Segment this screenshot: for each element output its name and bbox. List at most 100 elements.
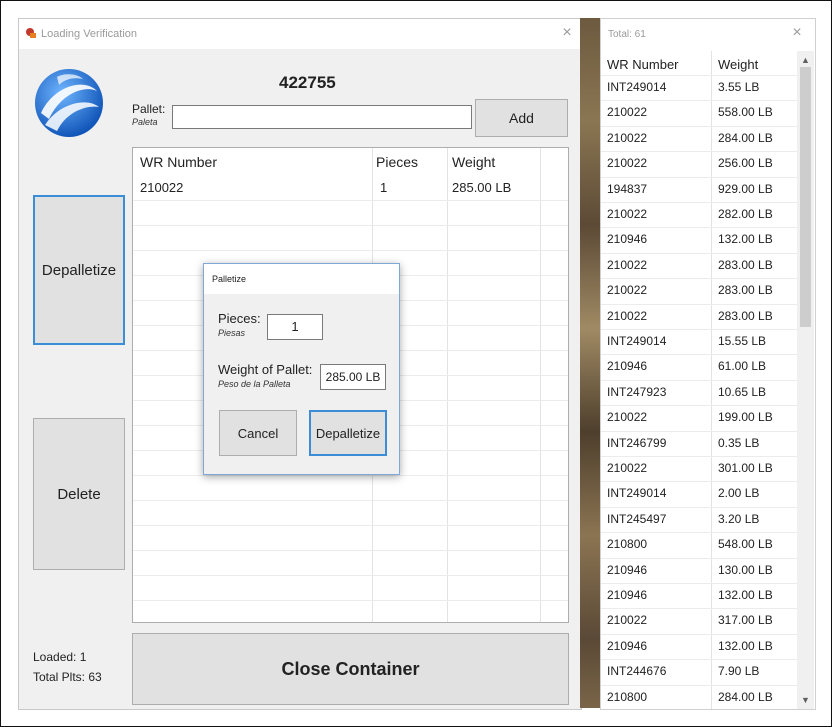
wr-list-window: Total: 61 × WR Number Weight INT249014 3.… (600, 18, 816, 710)
list-header-weight[interactable]: Weight (718, 57, 758, 72)
list-item-wr-number: 210946 (607, 638, 648, 653)
list-item-weight: 3.20 LB (718, 511, 760, 526)
column-header-wr-number[interactable]: WR Number (140, 154, 217, 170)
list-item-wr-number: 210022 (607, 156, 648, 171)
cancel-button[interactable]: Cancel (219, 410, 297, 456)
title-bar: Loading Verification × (19, 19, 581, 49)
list-item-wr-number: INT246799 (607, 435, 667, 450)
column-header-weight[interactable]: Weight (452, 154, 495, 170)
list-item-weight: 301.00 LB (718, 461, 773, 475)
list-item-weight: 283.00 LB (718, 308, 773, 323)
total-count: Total: 61 (608, 29, 646, 40)
list-item[interactable]: 210946 130.00 LB (601, 557, 797, 584)
list-item-wr-number: 210946 (607, 562, 648, 577)
pieces-input[interactable]: 1 (267, 314, 323, 340)
list-item-weight: 132.00 LB (718, 232, 773, 247)
list-item-wr-number: INT249014 (607, 334, 667, 348)
add-button[interactable]: Add (475, 99, 568, 137)
list-item-wr-number: 210022 (607, 613, 648, 628)
list-item[interactable]: INT244676 7.90 LB (601, 659, 797, 685)
weight-label: Weight of Pallet: Peso de la Palleta (218, 363, 312, 391)
list-item[interactable]: INT249014 15.55 LB (601, 329, 797, 355)
list-item[interactable]: 210946 132.00 LB (601, 583, 797, 609)
list-item-weight: 132.00 LB (718, 638, 773, 653)
list-item[interactable]: 210022 301.00 LB (601, 456, 797, 482)
list-item[interactable]: 210022 283.00 LB (601, 252, 797, 279)
pieces-label: Pieces: Piesas (218, 312, 261, 340)
close-icon[interactable]: × (787, 23, 807, 43)
list-item-wr-number: 210946 (607, 588, 648, 602)
list-item[interactable]: 210022 283.00 LB (601, 278, 797, 304)
column-header-pieces[interactable]: Pieces (376, 154, 418, 170)
list-header-wr-number[interactable]: WR Number (607, 57, 679, 72)
list-item-weight: 317.00 LB (718, 613, 773, 628)
list-item[interactable]: 210946 132.00 LB (601, 227, 797, 253)
list-item-wr-number: 210022 (607, 308, 648, 323)
scroll-up-arrow-icon[interactable]: ▲ (797, 53, 814, 67)
list-item-weight: 558.00 LB (718, 105, 773, 120)
weight-label-spanish: Peso de la Palleta (218, 379, 291, 389)
list-item-wr-number: INT247923 (607, 384, 667, 399)
list-item-weight: 0.35 LB (718, 435, 760, 450)
list-item-wr-number: 210946 (607, 232, 648, 247)
list-item[interactable]: 210800 284.00 LB (601, 684, 797, 709)
list-item-weight: 548.00 LB (718, 537, 773, 552)
list-item-weight: 3.55 LB (718, 80, 760, 94)
pieces-label-text: Pieces: (218, 311, 261, 326)
table-row-weight[interactable]: 285.00 LB (452, 180, 511, 195)
list-item-wr-number: 210800 (607, 689, 648, 704)
dialog-depalletize-button[interactable]: Depalletize (309, 410, 387, 456)
list-item-wr-number: 210022 (607, 257, 648, 272)
list-item-weight: 256.00 LB (718, 156, 773, 171)
list-item-weight: 15.55 LB (718, 334, 767, 348)
list-item-weight: 282.00 LB (718, 207, 773, 221)
weight-input[interactable]: 285.00 LB (320, 364, 386, 390)
total-pallets-count: Total Plts: 63 (33, 670, 102, 684)
weight-label-text: Weight of Pallet: (218, 362, 313, 377)
list-item-weight: 10.65 LB (718, 384, 767, 399)
list-item-weight: 132.00 LB (718, 588, 773, 602)
list-item-wr-number: 210022 (607, 130, 648, 145)
list-item[interactable]: 210022 558.00 LB (601, 100, 797, 126)
list-item-wr-number: INT249014 (607, 486, 667, 501)
list-item[interactable]: 210022 283.00 LB (601, 303, 797, 330)
pallet-input[interactable] (172, 105, 472, 129)
list-item[interactable]: 210022 256.00 LB (601, 151, 797, 177)
list-item[interactable]: INT249014 2.00 LB (601, 481, 797, 507)
close-container-button[interactable]: Close Container (132, 633, 569, 705)
list-item[interactable]: 210800 548.00 LB (601, 532, 797, 558)
table-row-pieces[interactable]: 1 (380, 180, 387, 195)
dialog-title-bar: Palletize (204, 264, 399, 294)
list-item-wr-number: 210946 (607, 359, 648, 374)
list-item-weight: 283.00 LB (718, 283, 773, 298)
list-item[interactable]: INT249014 3.55 LB (601, 75, 797, 101)
delete-button[interactable]: Delete (33, 418, 125, 570)
list-item-weight: 284.00 LB (718, 130, 773, 145)
list-item[interactable]: 210022 317.00 LB (601, 608, 797, 634)
list-item[interactable]: 210946 61.00 LB (601, 354, 797, 380)
order-number: 422755 (279, 73, 336, 92)
list-item[interactable]: 210022 282.00 LB (601, 202, 797, 228)
vertical-scrollbar[interactable]: ▲ ▼ (797, 51, 814, 709)
list-item[interactable]: 210022 284.00 LB (601, 125, 797, 152)
list-item[interactable]: 210946 132.00 LB (601, 633, 797, 660)
list-item-weight: 199.00 LB (718, 410, 773, 425)
depalletize-button[interactable]: Depalletize (33, 195, 125, 345)
list-item[interactable]: 194837 929.00 LB (601, 176, 797, 203)
close-icon[interactable]: × (557, 23, 577, 43)
list-item[interactable]: INT247923 10.65 LB (601, 379, 797, 406)
list-item-weight: 284.00 LB (718, 689, 773, 704)
loading-app-icon (26, 28, 36, 38)
loaded-count: Loaded: 1 (33, 650, 87, 664)
list-item-weight: 929.00 LB (718, 181, 773, 196)
pallet-label-spanish: Paleta (132, 117, 158, 127)
scrollbar-thumb[interactable] (800, 67, 811, 327)
list-item-weight: 2.00 LB (718, 486, 760, 501)
list-item-wr-number: 194837 (607, 181, 648, 196)
list-item[interactable]: INT246799 0.35 LB (601, 430, 797, 457)
pallet-label-text: Pallet: (132, 102, 166, 116)
list-item[interactable]: 210022 199.00 LB (601, 405, 797, 431)
table-row-wr-number[interactable]: 210022 (140, 180, 183, 195)
scroll-down-arrow-icon[interactable]: ▼ (797, 693, 814, 707)
list-item[interactable]: INT245497 3.20 LB (601, 506, 797, 533)
